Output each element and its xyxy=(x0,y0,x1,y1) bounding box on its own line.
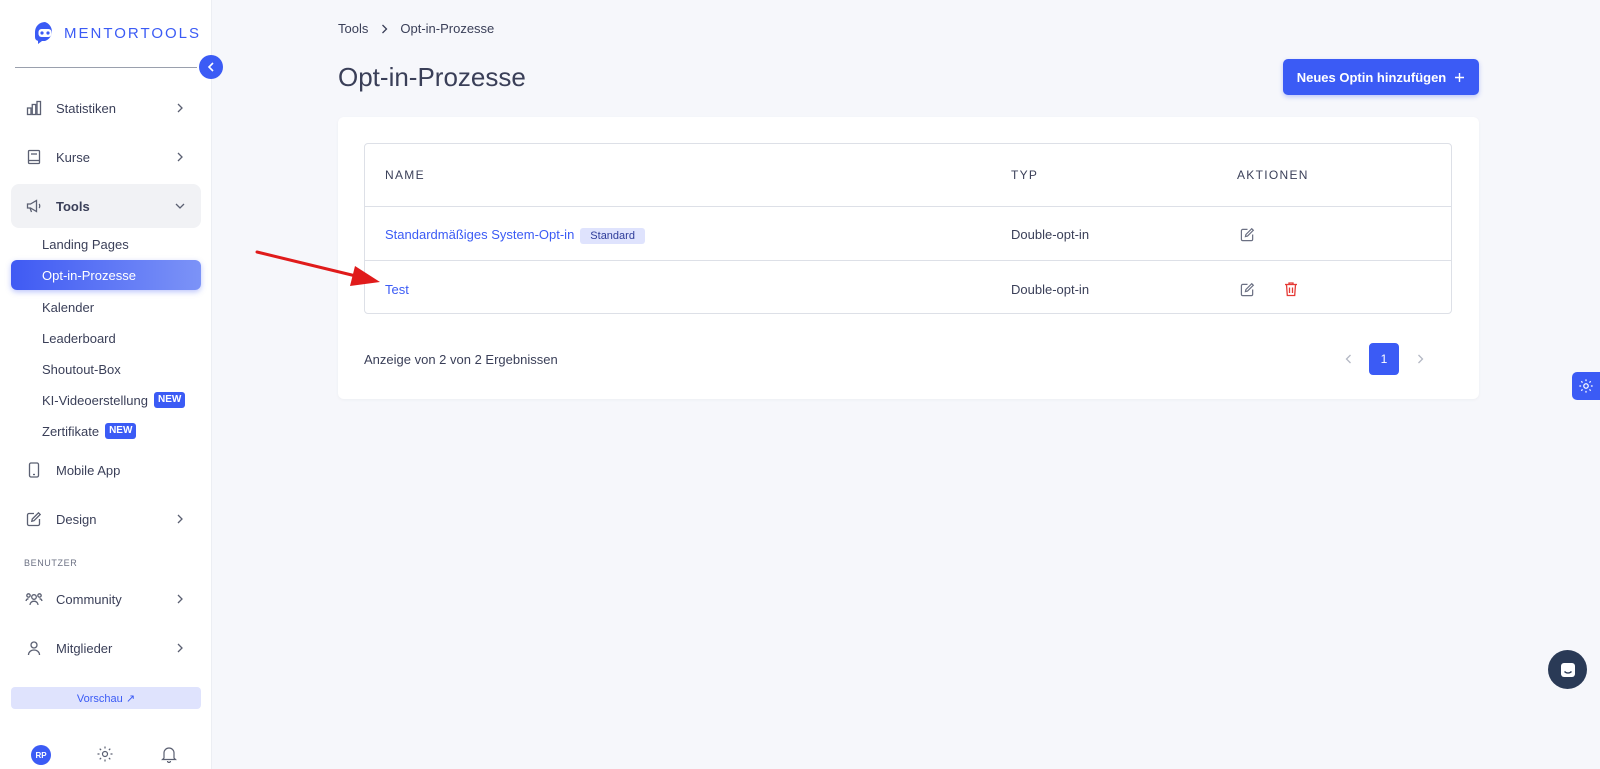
new-badge: NEW xyxy=(154,392,186,408)
pencil-icon xyxy=(25,510,43,528)
sidebar: MENTORTOOLS Statistiken Kurse Tools Land… xyxy=(0,0,212,769)
user-icon xyxy=(25,639,43,657)
sidebar-item-mitglieder[interactable]: Mitglieder xyxy=(11,626,201,670)
column-header-actions: AKTIONEN xyxy=(1237,168,1309,182)
optin-name-link[interactable]: Standardmäßiges System-Opt-in Standard xyxy=(385,227,645,244)
chat-icon xyxy=(1560,662,1575,677)
sidebar-item-label: Tools xyxy=(56,198,90,214)
collapse-sidebar-button[interactable] xyxy=(199,55,223,79)
optin-type: Double-opt-in xyxy=(1011,282,1090,297)
optin-table: NAME TYP AKTIONEN Standardmäßiges System… xyxy=(364,143,1452,314)
optin-card: NAME TYP AKTIONEN Standardmäßiges System… xyxy=(338,117,1479,399)
sidebar-item-tools[interactable]: Tools xyxy=(11,184,201,228)
sidebar-item-label: Statistiken xyxy=(56,100,116,116)
sidebar-subitem-leaderboard[interactable]: Leaderboard xyxy=(11,323,201,353)
chevron-right-icon xyxy=(173,101,187,115)
sidebar-subitem-label: Opt-in-Prozesse xyxy=(42,267,136,283)
megaphone-icon xyxy=(25,197,43,215)
chevron-right-icon xyxy=(173,592,187,606)
chevron-right-icon xyxy=(378,23,390,35)
chevron-right-icon xyxy=(173,512,187,526)
settings-gear-icon[interactable] xyxy=(96,745,114,763)
chat-launcher-button[interactable] xyxy=(1548,650,1587,689)
sidebar-item-design[interactable]: Design xyxy=(11,497,201,541)
bell-icon[interactable] xyxy=(161,745,179,764)
sidebar-subitem-shoutout-box[interactable]: Shoutout-Box xyxy=(11,354,201,384)
pagination-prev-icon[interactable] xyxy=(1341,352,1355,366)
optin-name-link[interactable]: Test xyxy=(385,282,409,297)
standard-badge: Standard xyxy=(580,228,645,244)
sidebar-subitem-label: Zertifikate xyxy=(42,423,100,439)
sidebar-subitem-label: Leaderboard xyxy=(42,330,116,346)
table-row: Standardmäßiges System-Opt-in Standard Do… xyxy=(365,207,1451,261)
sidebar-subitem-zertifikate[interactable]: Zertifikate NEW xyxy=(11,416,201,446)
sidebar-subitem-ki-videoerstellung[interactable]: KI-Videoerstellung NEW xyxy=(11,385,201,415)
edit-icon[interactable] xyxy=(1238,225,1256,243)
brand-logo[interactable]: MENTORTOOLS xyxy=(32,20,201,46)
floating-settings-button[interactable] xyxy=(1572,372,1600,400)
section-label-benutzer: BENUTZER xyxy=(24,558,78,568)
sidebar-subitem-landing-pages[interactable]: Landing Pages xyxy=(11,229,201,259)
column-header-name: NAME xyxy=(385,168,425,182)
gear-icon xyxy=(1579,379,1593,393)
chevron-left-icon xyxy=(207,62,214,72)
add-optin-button[interactable]: Neues Optin hinzufügen xyxy=(1283,59,1479,95)
sidebar-item-label: Kurse xyxy=(56,149,90,165)
table-row: Test Double-opt-in xyxy=(365,262,1451,313)
pagination-page-button[interactable]: 1 xyxy=(1369,343,1399,375)
bar-chart-icon xyxy=(25,99,43,117)
sidebar-item-mobile-app[interactable]: Mobile App xyxy=(11,448,201,492)
edit-icon[interactable] xyxy=(1238,280,1256,298)
users-icon xyxy=(25,590,43,608)
avatar[interactable]: RP xyxy=(31,745,51,765)
sidebar-item-label: Community xyxy=(56,591,122,607)
chevron-right-icon xyxy=(173,150,187,164)
results-summary: Anzeige von 2 von 2 Ergebnissen xyxy=(364,352,558,367)
sidebar-item-community[interactable]: Community xyxy=(11,577,201,621)
robot-logo-icon xyxy=(34,22,52,44)
sidebar-subitem-label: Landing Pages xyxy=(42,236,129,252)
chevron-right-icon xyxy=(173,641,187,655)
sidebar-footer: RP xyxy=(0,745,212,769)
column-header-type: TYP xyxy=(1011,168,1039,182)
sidebar-subitem-label: Kalender xyxy=(42,299,95,315)
sidebar-subitem-label: KI-Videoerstellung xyxy=(42,392,148,408)
optin-name: Standardmäßiges System-Opt-in xyxy=(385,227,575,242)
sidebar-item-kurse[interactable]: Kurse xyxy=(11,135,201,179)
preview-button[interactable]: Vorschau ↗ xyxy=(11,687,201,709)
sidebar-divider xyxy=(15,67,197,68)
trash-icon[interactable] xyxy=(1282,280,1300,298)
chevron-down-icon xyxy=(173,199,187,213)
pagination: 1 xyxy=(1341,343,1427,375)
pagination-next-icon[interactable] xyxy=(1413,352,1427,366)
sidebar-item-label: Design xyxy=(56,511,97,527)
phone-icon xyxy=(25,461,43,479)
book-icon xyxy=(25,148,43,166)
add-optin-button-label: Neues Optin hinzufügen xyxy=(1296,69,1447,85)
breadcrumb-tools[interactable]: Tools xyxy=(338,21,368,36)
page-title: Opt-in-Prozesse xyxy=(338,62,526,92)
new-badge: NEW xyxy=(105,423,137,439)
breadcrumb: Tools Opt-in-Prozesse xyxy=(338,21,494,36)
sidebar-subitem-kalender[interactable]: Kalender xyxy=(11,292,201,322)
sidebar-subitem-label: Shoutout-Box xyxy=(42,361,121,377)
plus-icon xyxy=(1455,72,1465,82)
sidebar-subitem-opt-in-prozesse[interactable]: Opt-in-Prozesse xyxy=(11,260,201,290)
table-header-row: NAME TYP AKTIONEN xyxy=(365,144,1451,207)
breadcrumb-current: Opt-in-Prozesse xyxy=(400,21,495,36)
optin-type: Double-opt-in xyxy=(1011,227,1090,242)
sidebar-item-label: Mitglieder xyxy=(56,640,113,656)
brand-name: MENTORTOOLS xyxy=(64,24,202,42)
sidebar-item-label: Mobile App xyxy=(56,462,121,478)
sidebar-item-statistiken[interactable]: Statistiken xyxy=(11,86,201,130)
